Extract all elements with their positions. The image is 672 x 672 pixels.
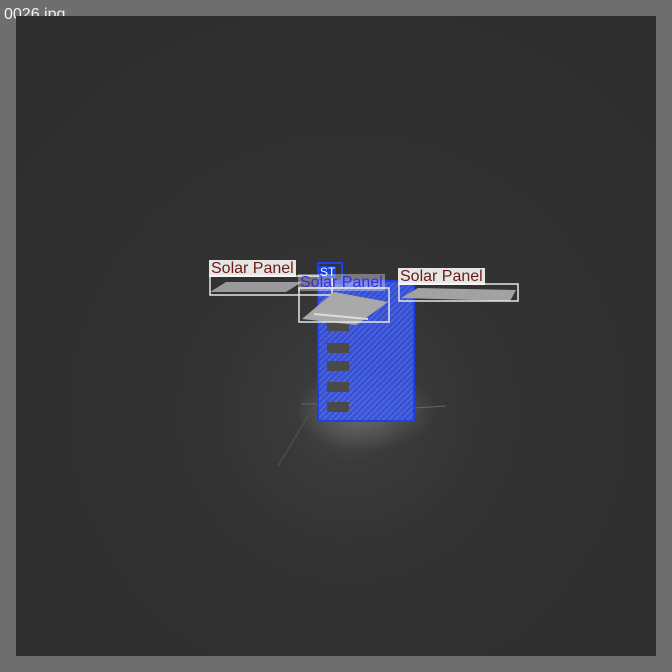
- reflection-line: [277, 415, 309, 467]
- image-canvas[interactable]: Solar Panel ST Solar Panel Solar Panel: [16, 16, 656, 656]
- body-window: [327, 382, 349, 392]
- image-viewer-frame: 0026.jpg Solar Panel ST Solar Panel Sola…: [0, 0, 672, 672]
- panel-left-label: Solar Panel: [209, 260, 296, 277]
- panel-right-label: Solar Panel: [398, 268, 485, 285]
- left-solar-panel: [210, 282, 302, 292]
- panel-center-label: Solar Panel: [298, 274, 385, 291]
- body-window: [327, 343, 349, 353]
- body-window: [327, 402, 349, 412]
- body-window: [327, 361, 349, 371]
- right-solar-panel: [401, 288, 516, 301]
- satellite-scene: [209, 262, 519, 467]
